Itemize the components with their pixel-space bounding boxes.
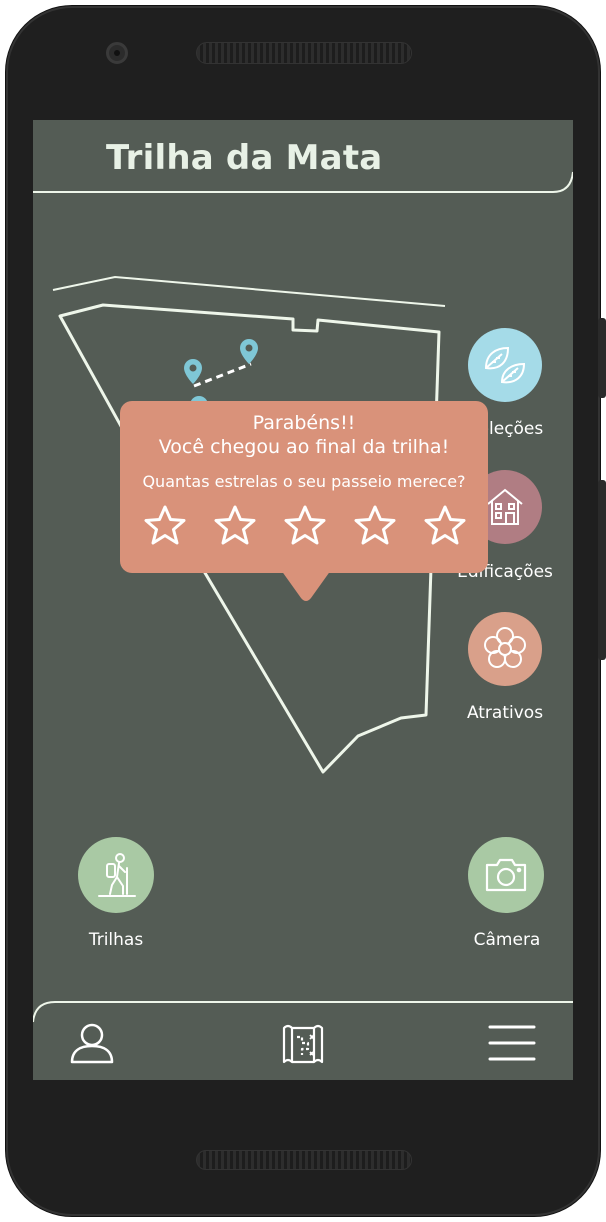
- trails-label: Trilhas: [88, 930, 144, 950]
- earpiece-speaker: [196, 42, 412, 64]
- map-pin-icon[interactable]: [184, 359, 202, 384]
- power-button: [598, 318, 606, 398]
- dialog-pointer: [281, 570, 331, 601]
- flower-icon: [484, 627, 526, 668]
- leaves-icon: [484, 346, 526, 384]
- attractions-label: Atrativos: [466, 703, 544, 723]
- house-icon: [487, 488, 523, 525]
- camera-label: Câmera: [473, 930, 541, 950]
- dialog-title: Parabéns!! Você chegou ao final da trilh…: [120, 411, 488, 459]
- star-2-icon[interactable]: [212, 503, 258, 549]
- phone-frame: Trilha da Mata Coleções Edificações Atra…: [0, 0, 606, 1222]
- front-camera: [106, 42, 128, 64]
- camera-button[interactable]: [468, 837, 544, 913]
- dialog-question: Quantas estrelas o seu passeio merece?: [142, 472, 466, 491]
- rating-dialog: Parabéns!! Você chegou ao final da trilh…: [120, 401, 488, 573]
- star-3-icon[interactable]: [282, 503, 328, 549]
- star-4-icon[interactable]: [352, 503, 398, 549]
- bottom-speaker: [196, 1150, 412, 1170]
- map-icon[interactable]: [280, 1022, 326, 1066]
- trails-button[interactable]: [78, 837, 154, 913]
- collections-button[interactable]: [468, 328, 542, 402]
- dialog-title-line1: Parabéns!!: [252, 412, 356, 434]
- camera-icon: [485, 858, 527, 892]
- star-5-icon[interactable]: [422, 503, 468, 549]
- app-screen: Trilha da Mata Coleções Edificações Atra…: [33, 120, 573, 1080]
- star-1-icon[interactable]: [142, 503, 188, 549]
- map-pin-icon[interactable]: [240, 339, 258, 364]
- menu-icon[interactable]: [488, 1024, 536, 1062]
- dialog-title-line2: Você chegou ao final da trilha!: [158, 436, 450, 458]
- volume-button: [598, 480, 606, 660]
- hiker-icon: [98, 853, 136, 897]
- profile-icon[interactable]: [69, 1022, 115, 1064]
- attractions-button[interactable]: [468, 612, 542, 686]
- star-rating: [142, 503, 468, 549]
